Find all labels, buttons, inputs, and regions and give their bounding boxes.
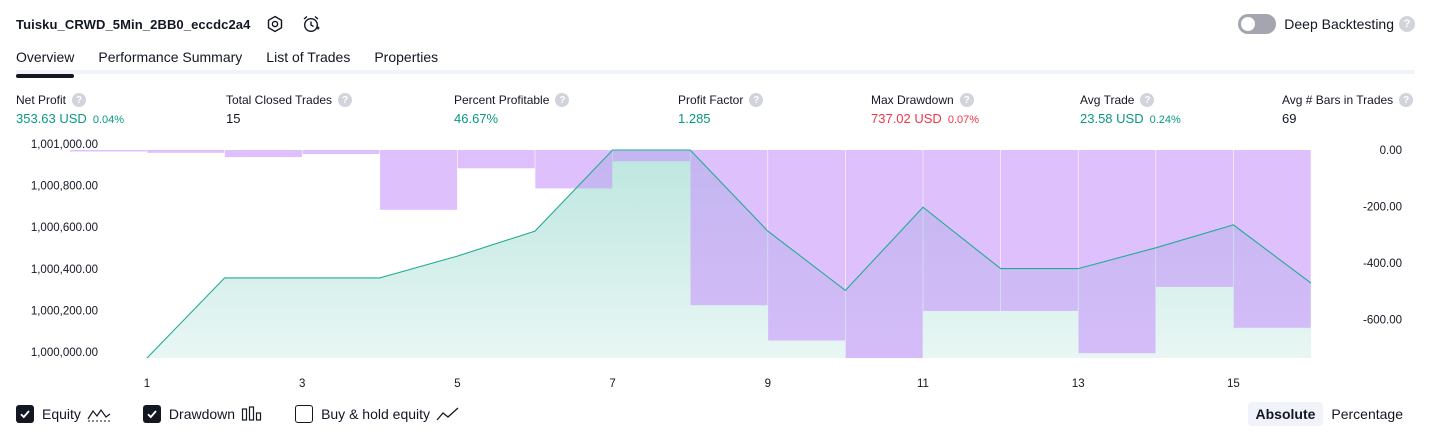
legend-label: Drawdown [168,406,236,422]
report-tabs: Overview Performance Summary List of Tra… [16,44,1415,78]
legend-drawdown[interactable]: Drawdown [142,405,263,423]
x-axis-tick-label: 13 [1072,378,1085,390]
gear-icon[interactable] [264,13,286,35]
stat-label: Net Profit [16,93,67,107]
checkbox-checked-icon[interactable] [16,405,34,423]
tab-list-of-trades[interactable]: List of Trades [266,44,350,74]
info-icon[interactable]: ? [1399,93,1414,107]
stat-value: 69 [1282,111,1297,126]
left-axis-tick-label: 1,001,000.00 [31,139,98,151]
drawdown-bar [612,150,690,162]
left-axis-tick-label: 1,000,600.00 [31,222,98,234]
drawdown-bar [224,150,302,158]
stat-label: Avg Trade [1080,93,1135,107]
legend-buy-hold-equity[interactable]: Buy & hold equity [295,405,460,423]
checkbox-unchecked-icon[interactable] [295,405,314,423]
x-axis-tick-label: 15 [1227,378,1240,390]
stat-avg-trade: Avg Trade? 23.58 USD 0.24% [1080,93,1181,126]
drawdown-bar [845,150,923,358]
strategy-name: Tuisku_CRWD_5Min_2BB0_eccdc2a4 [16,16,251,32]
drawdown-bar [923,150,1001,311]
stat-max-drawdown: Max Drawdown? 737.02 USD 0.07% [871,93,979,126]
stat-label: Total Closed Trades [226,93,333,107]
equity-line-icon [87,406,111,422]
drawdown-bar [1078,150,1156,354]
x-axis-tick-label: 7 [609,378,615,390]
stat-net-profit: Net Profit? 353.63 USD 0.04% [16,93,124,126]
stat-profit-factor: Profit Factor? 1.285 [678,93,764,126]
info-icon[interactable]: ? [959,93,974,107]
checkbox-checked-icon[interactable] [142,405,161,423]
x-axis-tick-label: 11 [917,378,929,390]
mode-absolute-button[interactable]: Absolute [1247,402,1324,426]
alarm-clock-icon[interactable] [300,13,322,35]
legend-label: Buy & hold equity [321,406,431,422]
stat-avg-bars-in-trades: Avg # Bars in Trades? 69 [1282,93,1414,126]
left-axis-tick-label: 1,000,400.00 [31,264,98,276]
stat-value: 737.02 USD [871,111,942,126]
deep-backtesting-toggle[interactable] [1238,14,1277,34]
legend-equity[interactable]: Equity [16,405,111,423]
stat-total-closed-trades: Total Closed Trades? 15 [226,93,353,126]
left-axis-tick-label: 1,000,200.00 [31,305,98,317]
deep-backtesting-label: Deep Backtesting [1284,16,1394,32]
stat-value: 1.285 [678,111,711,126]
stat-label: Profit Factor [678,93,744,107]
x-axis-tick-label: 5 [454,378,460,390]
x-axis-tick-label: 3 [299,378,305,390]
left-axis-tick-label: 1,000,800.00 [31,181,98,193]
stat-value: 23.58 USD [1080,111,1144,126]
info-icon[interactable]: ? [555,93,570,107]
left-axis-tick-label: 1,000,000.00 [31,347,98,359]
right-axis-tick-label: -400.00 [1363,258,1402,270]
drawdown-bar [1156,150,1234,287]
x-axis-tick-label: 1 [144,378,150,390]
drawdown-bars-icon [241,406,263,422]
right-axis-tick-label: -200.00 [1363,201,1402,213]
toggle-knob [1241,17,1256,31]
stat-label: Percent Profitable [454,93,550,107]
stat-percent: 0.24% [1149,114,1181,126]
stat-label: Avg # Bars in Trades [1282,93,1394,107]
stats-row: Net Profit? 353.63 USD 0.04% Total Closed… [16,93,1415,133]
mode-percentage-button[interactable]: Percentage [1323,402,1411,426]
drawdown-bar [1000,150,1078,311]
drawdown-bar [302,150,380,154]
x-axis-tick-label: 9 [765,378,771,390]
drawdown-bar [768,150,846,341]
legend-label: Equity [42,406,81,422]
drawdown-bar [1233,150,1311,328]
drawdown-bar [535,150,613,189]
stat-percent: 0.07% [947,114,980,126]
deep-backtesting-control: Deep Backtesting ? [1238,14,1415,34]
right-axis-tick-label: 0.00 [1380,145,1402,157]
chart-legend: Equity Drawdown Buy & hold equity [16,403,492,425]
stat-value: 15 [226,111,241,126]
info-icon[interactable]: ? [1140,93,1155,107]
tab-overview[interactable]: Overview [16,44,75,78]
strategy-header: Tuisku_CRWD_5Min_2BB0_eccdc2a4 Deep Back… [16,10,1415,38]
stat-label: Max Drawdown [871,93,954,107]
help-icon[interactable]: ? [1399,16,1415,32]
drawdown-bar [690,150,768,306]
drawdown-bar [380,150,458,210]
right-axis-tick-label: -600.00 [1363,314,1402,326]
info-icon[interactable]: ? [749,93,764,107]
drawdown-bar [457,150,535,169]
stat-percent: 0.04% [92,114,125,126]
info-icon[interactable]: ? [72,93,87,107]
equity-drawdown-chart: 1,001,000.00 1,000,800.00 1,000,600.00 1,00… [31,139,1402,390]
tab-performance-summary[interactable]: Performance Summary [98,44,242,74]
buy-hold-line-icon [436,406,460,422]
info-icon[interactable]: ? [338,93,353,107]
display-mode-switch: Absolute Percentage [1247,402,1412,426]
drawdown-bar [147,150,225,153]
stat-percent-profitable: Percent Profitable? 46.67% [454,93,570,126]
stat-value: 46.67% [454,111,499,126]
tab-properties[interactable]: Properties [374,44,438,74]
stat-value: 353.63 USD [16,111,87,126]
